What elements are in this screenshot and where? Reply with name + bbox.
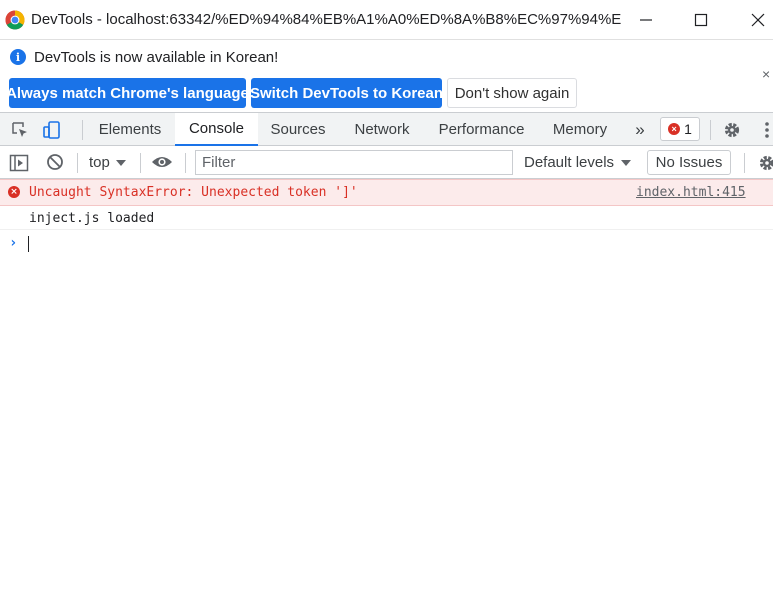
toolbar-divider	[82, 120, 83, 140]
tab-console[interactable]: Console	[175, 113, 258, 146]
panel-tabs-toolbar: Elements Console Sources Network Perform…	[0, 112, 773, 146]
inspect-element-icon[interactable]	[10, 120, 30, 140]
close-icon	[751, 13, 765, 27]
chrome-logo	[5, 10, 25, 30]
always-match-language-button[interactable]: Always match Chrome's language	[6, 78, 249, 108]
error-source-link[interactable]: index.html:415	[636, 185, 746, 200]
toolbar-divider	[710, 120, 711, 140]
error-count: 1	[684, 121, 692, 137]
console-prompt-chevron-icon: ›	[9, 235, 18, 251]
maximize-button[interactable]	[673, 0, 729, 40]
kebab-menu-icon[interactable]	[757, 120, 771, 140]
live-expression-eye-icon[interactable]	[151, 155, 173, 169]
log-levels-dropdown[interactable]: Default levels	[524, 154, 632, 171]
info-icon: i	[10, 49, 26, 65]
dropdown-arrow-icon	[621, 159, 632, 166]
tab-elements[interactable]: Elements	[88, 113, 172, 146]
maximize-icon	[694, 13, 708, 27]
tab-sources[interactable]: Sources	[261, 113, 335, 146]
execution-context-select[interactable]: top	[89, 154, 126, 171]
issues-button[interactable]: No Issues	[647, 150, 731, 175]
console-settings-gear-icon[interactable]	[757, 153, 773, 173]
error-count-badge[interactable]: × 1	[660, 117, 700, 141]
tab-memory[interactable]: Memory	[541, 113, 619, 146]
clear-console-icon[interactable]	[46, 153, 64, 171]
log-levels-label: Default levels	[524, 154, 615, 171]
error-icon: ×	[8, 186, 20, 198]
toolbar-divider	[185, 153, 186, 173]
error-icon: ×	[668, 123, 681, 135]
dont-show-again-button[interactable]: Don't show again	[447, 78, 577, 108]
infobar-message: DevTools is now available in Korean!	[34, 49, 279, 66]
device-toolbar-icon[interactable]	[42, 120, 62, 140]
more-tabs-button[interactable]: »	[626, 113, 654, 146]
toolbar-divider	[140, 153, 141, 173]
tab-performance[interactable]: Performance	[430, 113, 533, 146]
console-filter-input[interactable]	[195, 150, 513, 175]
log-message-text: inject.js loaded	[29, 211, 155, 226]
error-message-text: Uncaught SyntaxError: Unexpected token '…	[29, 185, 358, 200]
context-label: top	[89, 154, 110, 171]
minimize-icon	[640, 19, 652, 21]
settings-gear-icon[interactable]	[722, 120, 742, 140]
console-input-caret[interactable]	[28, 236, 29, 252]
tab-network[interactable]: Network	[340, 113, 424, 146]
close-window-button[interactable]	[730, 0, 773, 40]
infobar-close-button[interactable]: ×	[762, 66, 770, 82]
minimize-button[interactable]	[618, 0, 674, 40]
toolbar-divider	[744, 153, 745, 173]
window-title: DevTools - localhost:63342/%ED%94%84%EB%…	[31, 11, 621, 28]
toolbar-divider	[77, 153, 78, 173]
switch-to-korean-button[interactable]: Switch DevTools to Korean	[250, 78, 443, 108]
dropdown-arrow-icon	[115, 159, 126, 166]
window-titlebar: DevTools - localhost:63342/%ED%94%84%EB%…	[0, 0, 773, 40]
sidebar-toggle-icon[interactable]	[9, 153, 29, 173]
